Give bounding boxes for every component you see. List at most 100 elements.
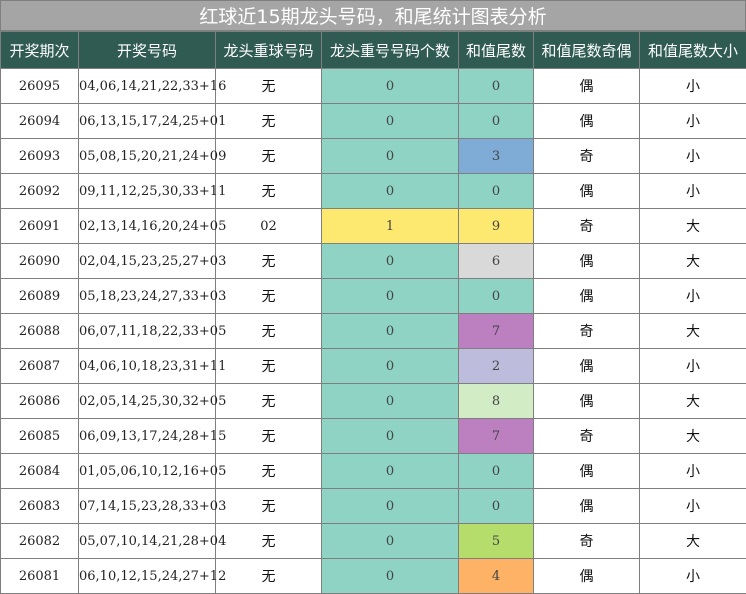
table-row: 2608602,05,14,25,30,32+05无08偶大: [1, 384, 746, 419]
numbers-cell: 06,09,13,17,24,28+15: [79, 419, 216, 454]
parity-cell: 偶: [534, 454, 640, 489]
numbers-cell: 01,05,06,10,12,16+05: [79, 454, 216, 489]
parity-cell: 偶: [534, 489, 640, 524]
sum-tail-cell: 9: [459, 209, 534, 244]
table-row: 2608205,07,10,14,21,28+04无05奇大: [1, 524, 746, 559]
parity-cell: 偶: [534, 349, 640, 384]
numbers-cell: 09,11,12,25,30,33+11: [79, 174, 216, 209]
repeat-number-cell: 无: [216, 279, 322, 314]
parity-cell: 奇: [534, 209, 640, 244]
header-numbers: 开奖号码: [79, 32, 216, 69]
numbers-cell: 06,07,11,18,22,33+05: [79, 314, 216, 349]
period-cell: 26081: [1, 559, 79, 594]
numbers-cell: 02,13,14,16,20,24+05: [79, 209, 216, 244]
repeat-number-cell: 无: [216, 419, 322, 454]
table-row: 2608307,14,15,23,28,33+03无00偶小: [1, 489, 746, 524]
repeat-count-cell: 0: [322, 69, 459, 104]
repeat-number-cell: 无: [216, 69, 322, 104]
table-row: 2609305,08,15,20,21,24+09无03奇小: [1, 139, 746, 174]
table-row: 2609209,11,12,25,30,33+11无00偶小: [1, 174, 746, 209]
sum-tail-cell: 7: [459, 314, 534, 349]
sum-tail-cell: 0: [459, 104, 534, 139]
sum-tail-cell: 0: [459, 279, 534, 314]
repeat-count-cell: 0: [322, 419, 459, 454]
period-cell: 26091: [1, 209, 79, 244]
period-cell: 26093: [1, 139, 79, 174]
period-cell: 26087: [1, 349, 79, 384]
table-row: 2608806,07,11,18,22,33+05无07奇大: [1, 314, 746, 349]
size-cell: 大: [640, 524, 746, 559]
repeat-number-cell: 无: [216, 349, 322, 384]
repeat-number-cell: 无: [216, 559, 322, 594]
sum-tail-cell: 0: [459, 489, 534, 524]
repeat-number-cell: 无: [216, 524, 322, 559]
table-row: 2609002,04,15,23,25,27+03无06偶大: [1, 244, 746, 279]
repeat-count-cell: 0: [322, 489, 459, 524]
repeat-count-cell: 0: [322, 384, 459, 419]
lottery-stats-table: 开奖期次 开奖号码 龙头重球号码 龙头重号号码个数 和值尾数 和值尾数奇偶 和值…: [0, 31, 746, 594]
table-row: 2608704,06,10,18,23,31+11无02偶小: [1, 349, 746, 384]
numbers-cell: 06,10,12,15,24,27+12: [79, 559, 216, 594]
size-cell: 大: [640, 244, 746, 279]
header-sum-tail: 和值尾数: [459, 32, 534, 69]
table-row: 2609102,13,14,16,20,24+050219奇大: [1, 209, 746, 244]
parity-cell: 偶: [534, 384, 640, 419]
header-period: 开奖期次: [1, 32, 79, 69]
repeat-count-cell: 0: [322, 314, 459, 349]
parity-cell: 奇: [534, 524, 640, 559]
repeat-count-cell: 0: [322, 524, 459, 559]
numbers-cell: 04,06,10,18,23,31+11: [79, 349, 216, 384]
parity-cell: 偶: [534, 104, 640, 139]
repeat-number-cell: 无: [216, 174, 322, 209]
repeat-count-cell: 0: [322, 454, 459, 489]
sum-tail-cell: 0: [459, 174, 534, 209]
size-cell: 大: [640, 314, 746, 349]
header-parity: 和值尾数奇偶: [534, 32, 640, 69]
numbers-cell: 07,14,15,23,28,33+03: [79, 489, 216, 524]
size-cell: 大: [640, 384, 746, 419]
page-title: 红球近15期龙头号码，和尾统计图表分析: [0, 0, 746, 31]
table-row: 2608506,09,13,17,24,28+15无07奇大: [1, 419, 746, 454]
repeat-number-cell: 无: [216, 489, 322, 524]
period-cell: 26083: [1, 489, 79, 524]
sum-tail-cell: 2: [459, 349, 534, 384]
header-repeat-count: 龙头重号号码个数: [322, 32, 459, 69]
size-cell: 小: [640, 279, 746, 314]
repeat-count-cell: 0: [322, 104, 459, 139]
period-cell: 26082: [1, 524, 79, 559]
parity-cell: 偶: [534, 174, 640, 209]
numbers-cell: 05,07,10,14,21,28+04: [79, 524, 216, 559]
numbers-cell: 06,13,15,17,24,25+01: [79, 104, 216, 139]
period-cell: 26084: [1, 454, 79, 489]
repeat-count-cell: 0: [322, 279, 459, 314]
table-row: 2609504,06,14,21,22,33+16无00偶小: [1, 69, 746, 104]
repeat-number-cell: 无: [216, 454, 322, 489]
parity-cell: 偶: [534, 69, 640, 104]
table-row: 2608905,18,23,24,27,33+03无00偶小: [1, 279, 746, 314]
sum-tail-cell: 3: [459, 139, 534, 174]
period-cell: 26094: [1, 104, 79, 139]
repeat-count-cell: 0: [322, 174, 459, 209]
period-cell: 26085: [1, 419, 79, 454]
parity-cell: 奇: [534, 314, 640, 349]
table-row: 2608106,10,12,15,24,27+12无04偶小: [1, 559, 746, 594]
numbers-cell: 02,04,15,23,25,27+03: [79, 244, 216, 279]
sum-tail-cell: 7: [459, 419, 534, 454]
parity-cell: 偶: [534, 279, 640, 314]
period-cell: 26092: [1, 174, 79, 209]
sum-tail-cell: 0: [459, 454, 534, 489]
sum-tail-cell: 4: [459, 559, 534, 594]
period-cell: 26090: [1, 244, 79, 279]
repeat-count-cell: 0: [322, 244, 459, 279]
repeat-number-cell: 无: [216, 139, 322, 174]
sum-tail-cell: 8: [459, 384, 534, 419]
size-cell: 小: [640, 174, 746, 209]
repeat-count-cell: 0: [322, 139, 459, 174]
size-cell: 小: [640, 104, 746, 139]
parity-cell: 偶: [534, 559, 640, 594]
size-cell: 小: [640, 489, 746, 524]
header-repeat-number: 龙头重球号码: [216, 32, 322, 69]
numbers-cell: 02,05,14,25,30,32+05: [79, 384, 216, 419]
numbers-cell: 05,08,15,20,21,24+09: [79, 139, 216, 174]
size-cell: 小: [640, 69, 746, 104]
